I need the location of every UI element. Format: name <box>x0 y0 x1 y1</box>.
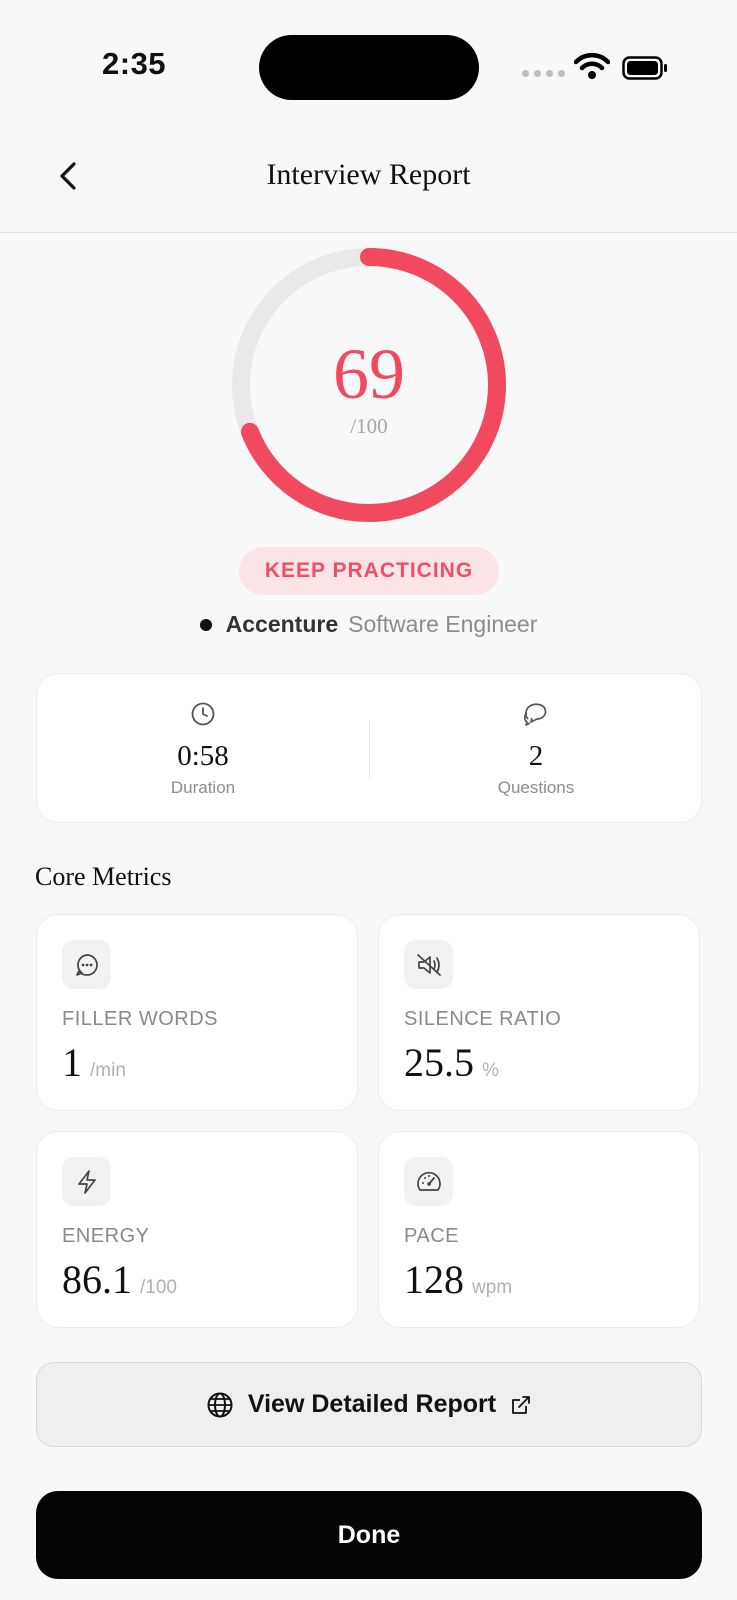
metric-value-row: 86.1 /100 <box>62 1260 177 1300</box>
metric-card-silence-ratio: SILENCE RATIO 25.5 % <box>378 914 700 1111</box>
metric-value-row: 1 /min <box>62 1043 126 1083</box>
role-name: Software Engineer <box>348 611 538 637</box>
status-time: 2:35 <box>102 46 167 81</box>
globe-icon <box>207 1392 233 1417</box>
done-button[interactable]: Done <box>36 1491 702 1579</box>
view-detailed-report-label: View Detailed Report <box>247 1390 497 1418</box>
external-link-icon <box>512 1395 531 1414</box>
page-title: Interview Report <box>266 158 471 191</box>
battery-icon <box>622 56 667 80</box>
chat-bubble-icon <box>62 940 111 989</box>
status-bar: 2:35 <box>0 0 737 130</box>
metric-value: 1 <box>62 1040 82 1085</box>
bullet-dot <box>199 618 212 631</box>
score-ring: 69 /100 <box>228 244 510 526</box>
wifi-icon <box>574 52 610 79</box>
questions-label: Questions <box>497 778 575 797</box>
nav-bar: Interview Report <box>0 130 737 233</box>
metric-unit: wpm <box>472 1277 513 1298</box>
score-max: /100 <box>350 414 388 438</box>
metric-value-row: 128 wpm <box>404 1260 512 1300</box>
duration-value: 0:58 <box>177 740 229 772</box>
metric-label: FILLER WORDS <box>62 1008 219 1030</box>
metric-label: ENERGY <box>62 1225 150 1247</box>
cellular-signal-icon <box>522 70 565 77</box>
duration-label: Duration <box>170 778 236 797</box>
speaker-muted-icon <box>404 940 453 989</box>
metric-card-pace: PACE 128 wpm <box>378 1131 700 1328</box>
questions-stat: 2 Questions <box>370 674 702 824</box>
duration-stat: 0:58 Duration <box>37 674 369 824</box>
lightning-icon <box>62 1157 111 1206</box>
chat-bubbles-icon <box>523 703 547 726</box>
company-name: Accenture <box>225 611 339 637</box>
clock-icon <box>191 702 215 726</box>
done-label: Done <box>337 1520 401 1549</box>
metric-value-row: 25.5 % <box>404 1043 499 1083</box>
questions-value: 2 <box>528 740 544 772</box>
metric-label: PACE <box>404 1225 459 1247</box>
section-title: Core Metrics <box>35 862 172 891</box>
company-role-row: Accenture Software Engineer <box>0 611 737 638</box>
view-detailed-report-button[interactable]: View Detailed Report <box>36 1362 702 1447</box>
metric-value: 86.1 <box>62 1257 132 1302</box>
metric-card-energy: ENERGY 86.1 /100 <box>36 1131 358 1328</box>
metric-unit: /100 <box>140 1277 177 1298</box>
metric-unit: /min <box>90 1060 126 1081</box>
metric-unit: % <box>482 1060 499 1081</box>
metric-value: 128 <box>404 1257 464 1302</box>
score-value: 69 <box>333 334 405 414</box>
summary-card: 0:58 Duration 2 Questions <box>36 673 702 823</box>
metric-card-filler-words: FILLER WORDS 1 /min <box>36 914 358 1111</box>
metric-value: 25.5 <box>404 1040 474 1085</box>
dynamic-island <box>259 35 479 100</box>
speedometer-icon <box>404 1157 453 1206</box>
status-badge: KEEP PRACTICING <box>239 547 499 595</box>
metric-label: SILENCE RATIO <box>404 1008 562 1030</box>
